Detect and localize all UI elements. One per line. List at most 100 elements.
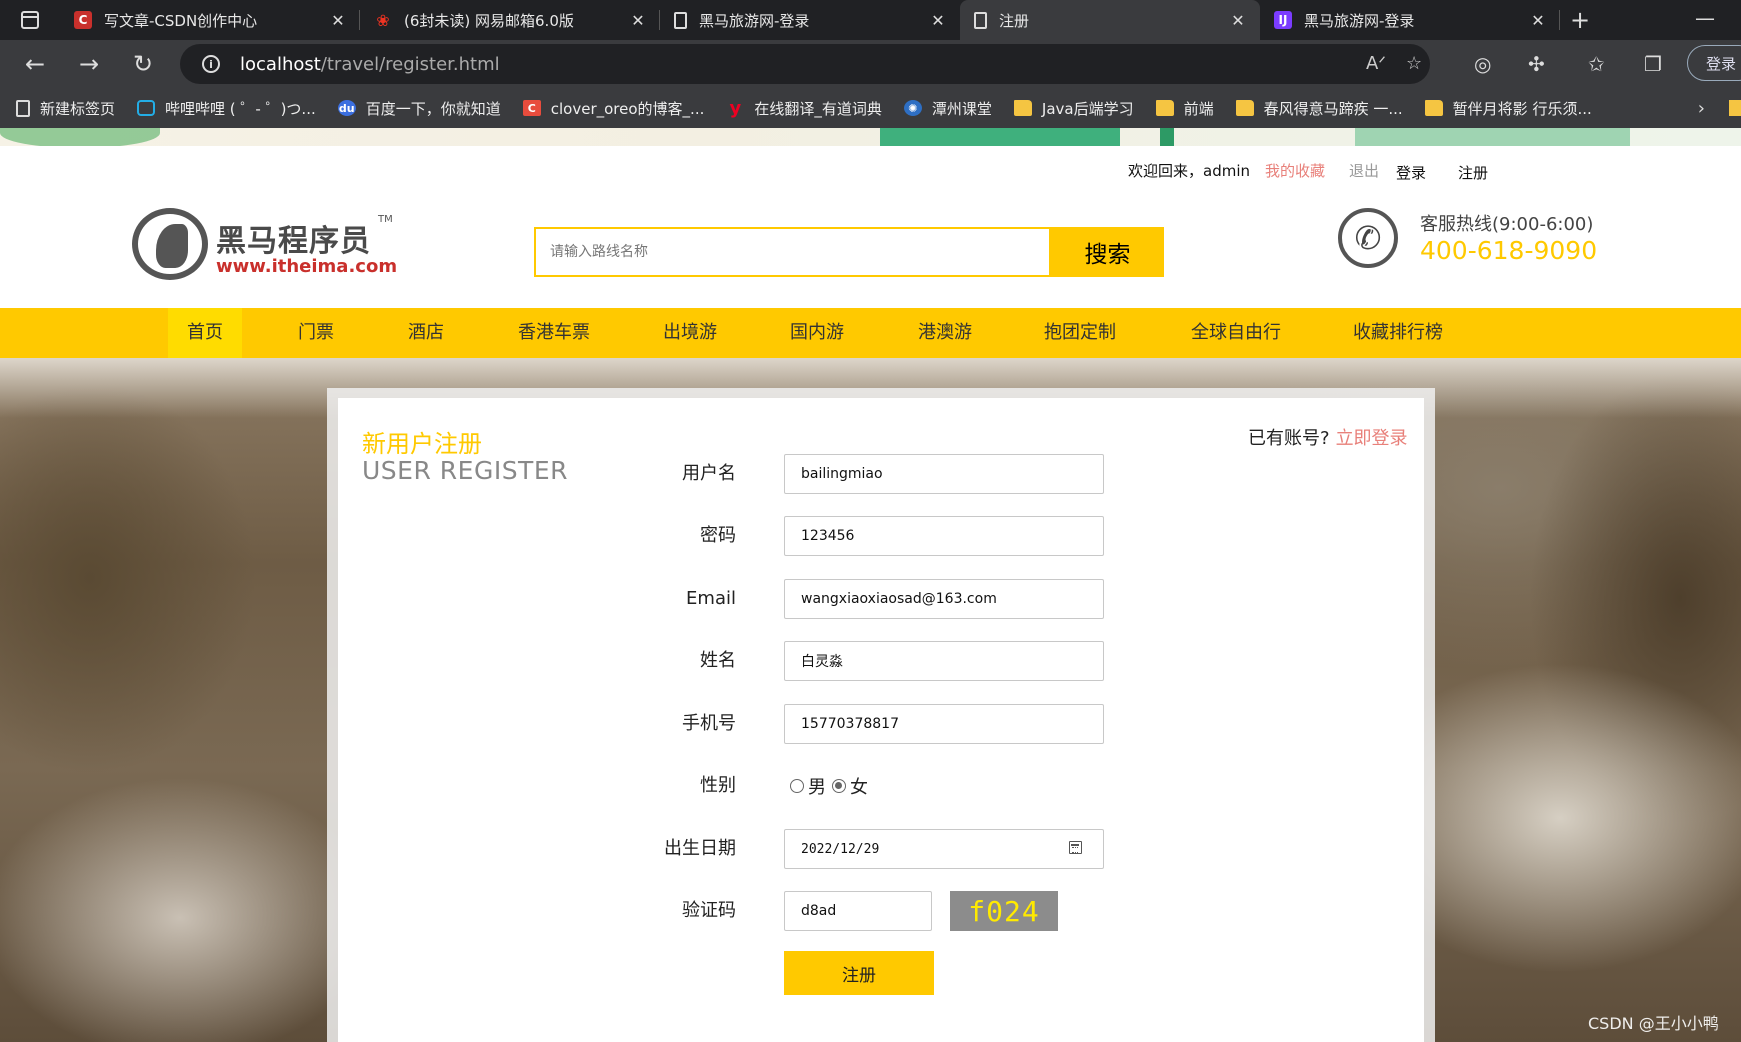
bookmark-label: 春风得意马蹄疾 一... bbox=[1263, 99, 1403, 118]
nav-item-home[interactable]: 首页 bbox=[168, 308, 242, 358]
bookmark-label: 新建标签页 bbox=[40, 99, 116, 118]
site-logo[interactable]: 黑马程序员 TM www.itheima.com bbox=[132, 208, 397, 288]
captcha-label: 验证码 bbox=[682, 900, 736, 921]
site-info-icon[interactable]: i bbox=[202, 55, 220, 73]
email-input[interactable] bbox=[784, 579, 1104, 619]
extensions-icon[interactable]: ✣ bbox=[1528, 52, 1545, 76]
have-account-text: 已有账号? bbox=[1248, 428, 1330, 449]
phone-input[interactable] bbox=[784, 704, 1104, 744]
gender-options: 男 女 bbox=[784, 766, 868, 806]
browser-tab[interactable]: IJ 黑马旅游网-登录 ✕ bbox=[1260, 0, 1560, 40]
browser-tab[interactable]: ❀ (6封未读) 网易邮箱6.0版 ✕ bbox=[360, 0, 660, 40]
profile-login-button[interactable]: 登录 bbox=[1687, 45, 1741, 81]
phone-row: 手机号 bbox=[338, 704, 1424, 744]
read-aloud-icon[interactable]: Aᐟ bbox=[1366, 53, 1386, 74]
close-tab-icon[interactable]: ✕ bbox=[328, 11, 348, 30]
phone-icon: ✆ bbox=[1338, 208, 1398, 268]
folder-icon[interactable] bbox=[1729, 100, 1741, 116]
browser-tab-bar: C 写文章-CSDN创作中心 ✕ ❀ (6封未读) 网易邮箱6.0版 ✕ 黑马旅… bbox=[0, 0, 1741, 40]
name-label: 姓名 bbox=[700, 650, 736, 671]
new-tab-button[interactable]: + bbox=[1560, 0, 1600, 40]
address-bar[interactable]: i localhost/travel/register.html Aᐟ ☆ bbox=[180, 44, 1430, 84]
birthday-label: 出生日期 bbox=[664, 838, 736, 859]
bookmark-item[interactable]: Cclover_oreo的博客_... bbox=[522, 98, 705, 119]
password-input[interactable] bbox=[784, 516, 1104, 556]
browser-tab[interactable]: 黑马旅游网-登录 ✕ bbox=[660, 0, 960, 40]
folder-icon bbox=[1424, 100, 1443, 116]
back-button[interactable]: ← bbox=[8, 40, 62, 88]
bookmark-folder[interactable]: 春风得意马蹄疾 一... bbox=[1235, 98, 1403, 119]
add-favorite-icon[interactable]: ☆ bbox=[1406, 53, 1422, 74]
favorites-icon[interactable]: ✩ bbox=[1588, 52, 1605, 76]
bookmark-item[interactable]: 新建标签页 bbox=[16, 98, 115, 119]
password-row: 密码 bbox=[338, 516, 1424, 556]
bookmark-folder[interactable]: 前端 bbox=[1155, 98, 1214, 119]
collections-icon[interactable]: ❐ bbox=[1644, 52, 1662, 76]
forward-button[interactable]: → bbox=[62, 40, 116, 88]
bookmark-label: 潭州课堂 bbox=[931, 99, 992, 118]
url-host: localhost bbox=[240, 53, 321, 75]
captcha-input[interactable] bbox=[784, 891, 932, 931]
close-tab-icon[interactable]: ✕ bbox=[1528, 11, 1548, 30]
close-tab-icon[interactable]: ✕ bbox=[628, 11, 648, 30]
nav-item-outbound[interactable]: 出境游 bbox=[650, 308, 730, 358]
nav-item-group-custom[interactable]: 抱团定制 bbox=[1036, 308, 1124, 358]
csdn-icon: C bbox=[522, 100, 541, 116]
close-tab-icon[interactable]: ✕ bbox=[1228, 11, 1248, 30]
immersive-reader-icon[interactable]: ◎ bbox=[1474, 52, 1491, 76]
nav-item-tickets[interactable]: 门票 bbox=[282, 308, 350, 358]
page-icon bbox=[974, 11, 987, 29]
login-link[interactable]: 登录 bbox=[1396, 162, 1426, 183]
hotline: ✆ 客服热线(9:00-6:00) 400-618-9090 bbox=[1338, 208, 1708, 288]
bookmark-item[interactable]: ✺ 潭州课堂 bbox=[903, 98, 992, 119]
login-now-link[interactable]: 立即登录 bbox=[1336, 428, 1408, 449]
minimize-window-button[interactable]: — bbox=[1695, 6, 1715, 30]
bookmark-item[interactable]: 哔哩哔哩 ( ゜- ゜)つ... bbox=[137, 98, 316, 119]
gender-female-radio[interactable] bbox=[832, 779, 846, 793]
bookmark-item[interactable]: y 在线翻译_有道词典 bbox=[726, 98, 881, 119]
register-link[interactable]: 注册 bbox=[1458, 162, 1488, 183]
gender-male-radio[interactable] bbox=[790, 779, 804, 793]
search-input[interactable] bbox=[534, 227, 1051, 277]
bookmark-folder[interactable]: Java后端学习 bbox=[1013, 98, 1134, 119]
close-tab-icon[interactable]: ✕ bbox=[928, 11, 948, 30]
top-banner-image bbox=[0, 128, 1741, 146]
calendar-icon[interactable] bbox=[1069, 841, 1082, 854]
bookmark-folder[interactable]: 暂伴月将影 行乐须... bbox=[1424, 98, 1592, 119]
tab-title: 写文章-CSDN创作中心 bbox=[104, 11, 258, 30]
logo-url: www.itheima.com bbox=[216, 256, 398, 277]
logout-link[interactable]: 退出 bbox=[1349, 160, 1379, 181]
username-input[interactable] bbox=[784, 454, 1104, 494]
bookmark-label: clover_oreo的博客_... bbox=[550, 99, 705, 118]
nav-item-domestic[interactable]: 国内游 bbox=[777, 308, 857, 358]
register-submit-button[interactable]: 注册 bbox=[784, 951, 934, 995]
bilibili-icon bbox=[137, 100, 156, 116]
my-favorites-link[interactable]: 我的收藏 bbox=[1265, 160, 1325, 181]
email-label: Email bbox=[686, 588, 736, 609]
captcha-image[interactable]: f024 bbox=[950, 891, 1058, 931]
browser-tab[interactable]: C 写文章-CSDN创作中心 ✕ bbox=[60, 0, 360, 40]
reload-button[interactable]: ↻ bbox=[116, 40, 170, 88]
bookmarks-bar: 新建标签页 哔哩哔哩 ( ゜- ゜)つ... du 百度一下，你就知道 Cclov… bbox=[0, 88, 1741, 128]
folder-icon bbox=[1155, 100, 1174, 116]
nav-item-hk-macau[interactable]: 港澳游 bbox=[905, 308, 985, 358]
nav-item-favorites-rank[interactable]: 收藏排行榜 bbox=[1346, 308, 1450, 358]
gender-male-label: 男 bbox=[808, 777, 826, 798]
bookmark-label: 百度一下，你就知道 bbox=[365, 99, 501, 118]
search-box: 搜索 bbox=[534, 227, 1164, 277]
bookmark-item[interactable]: du 百度一下，你就知道 bbox=[337, 98, 501, 119]
search-button[interactable]: 搜索 bbox=[1051, 227, 1164, 277]
netease-mail-icon: ❀ bbox=[376, 10, 390, 30]
browser-tab-active[interactable]: 注册 ✕ bbox=[960, 0, 1260, 40]
nav-item-hk-bus[interactable]: 香港车票 bbox=[510, 308, 598, 358]
chevron-right-icon[interactable]: › bbox=[1698, 98, 1705, 119]
hotline-number: 400-618-9090 bbox=[1420, 236, 1598, 265]
tab-actions-button[interactable] bbox=[0, 0, 60, 40]
intellij-icon: IJ bbox=[1274, 11, 1292, 29]
password-label: 密码 bbox=[700, 525, 736, 546]
name-input[interactable] bbox=[784, 641, 1104, 681]
birthday-input[interactable] bbox=[784, 829, 1104, 869]
baidu-icon: du bbox=[337, 100, 356, 116]
nav-item-hotels[interactable]: 酒店 bbox=[392, 308, 460, 358]
nav-item-global-free[interactable]: 全球自由行 bbox=[1184, 308, 1288, 358]
